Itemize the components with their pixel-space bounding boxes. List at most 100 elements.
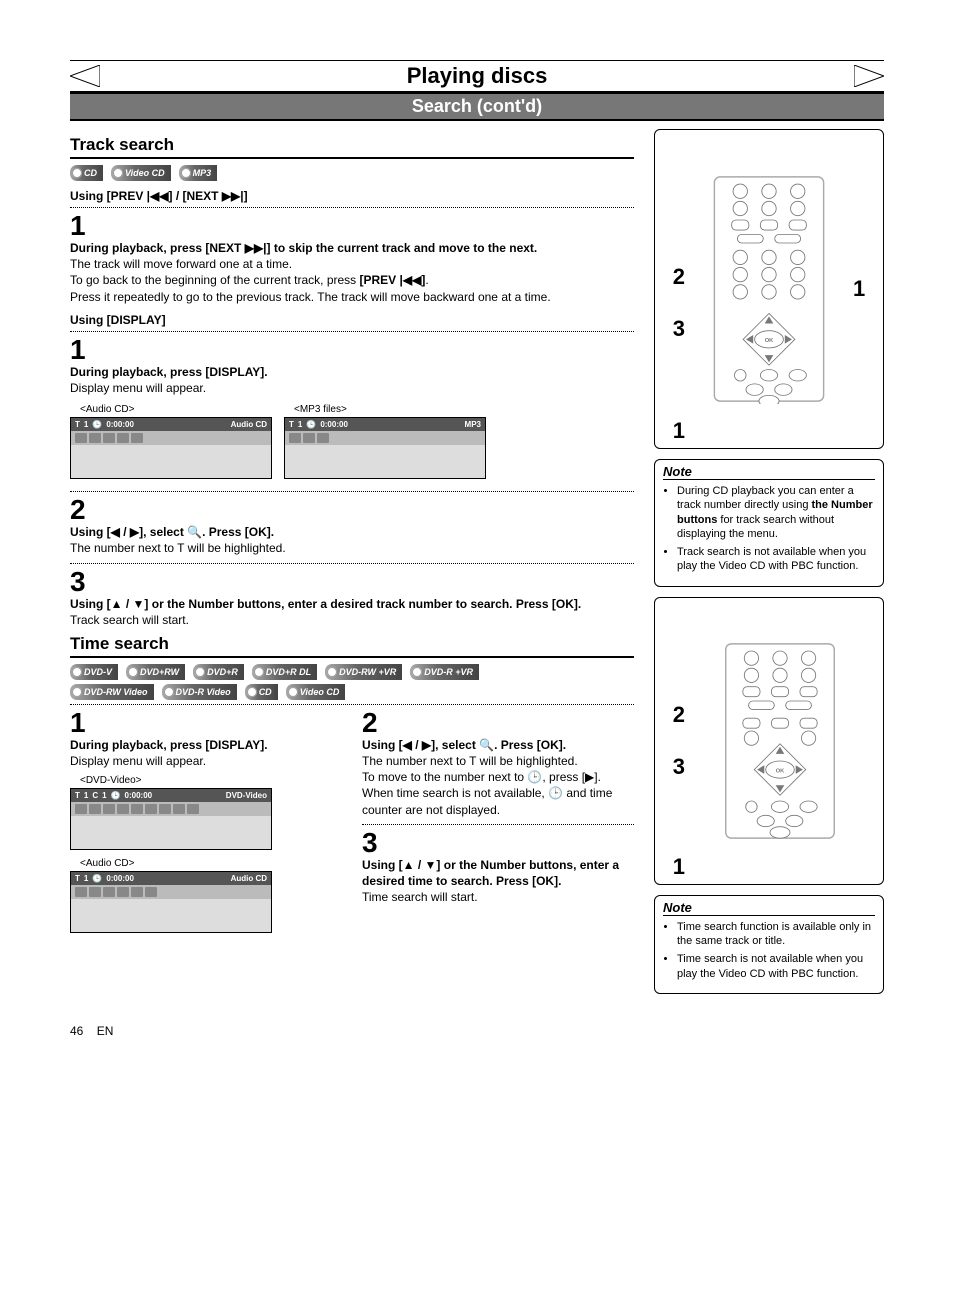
note-2-item-a: Time search function is available only i… — [677, 920, 875, 949]
osd-dvd-video: T 1 C 1 🕒 0:00:00 DVD-Video — [70, 788, 272, 850]
svg-text:OK: OK — [765, 338, 774, 344]
display-step-2-number: 2 — [70, 496, 634, 524]
c-icon: C — [92, 791, 98, 800]
page-footer: 46 EN — [70, 1024, 884, 1038]
note-1-item-b: Track search is not available when you p… — [677, 545, 875, 574]
callout-2: 2 — [673, 266, 685, 288]
osd-dvd-c: 1 — [102, 791, 106, 800]
clock-icon: 🕒 — [92, 420, 102, 429]
divider — [70, 207, 634, 208]
callout-bottom-1b: 1 — [673, 856, 685, 878]
track-search-heading: Track search — [70, 135, 634, 159]
clock-icon: 🕒 — [111, 791, 121, 800]
remote-svg-2: OK — [689, 641, 871, 841]
display-step-1-number: 1 — [70, 336, 634, 364]
badge-mp3: MP3 — [179, 165, 218, 181]
time-step-3-number: 3 — [362, 829, 634, 857]
page-title: Playing discs — [399, 63, 556, 88]
page-title-banner: Playing discs — [70, 60, 884, 92]
badge-dvdr-video: DVD-R Video — [162, 684, 237, 700]
callout-3b: 3 — [673, 756, 685, 778]
note-box-2: Note Time search function is available o… — [654, 895, 884, 994]
time-search-badges-2: DVD-RW Video DVD-R Video CD Video CD — [70, 684, 634, 700]
display-step-2-p: The number next to T will be highlighted… — [70, 541, 286, 555]
badge-videocd: Video CD — [111, 165, 171, 181]
osd-mp3-label: <MP3 files> — [294, 404, 486, 415]
time-step-2-p3: When time search is not available, 🕒 and… — [362, 786, 612, 816]
using-display: Using [DISPLAY] — [70, 313, 634, 327]
time-step-2-number: 2 — [362, 709, 634, 737]
using-prev-next: Using [PREV |◀◀] / [NEXT ▶▶|] — [70, 189, 634, 203]
remote-diagram-1: 2 3 1 — [654, 129, 884, 449]
divider — [70, 331, 634, 332]
badge-dvdrw-video: DVD-RW Video — [70, 684, 154, 700]
page-lang: EN — [97, 1024, 114, 1038]
divider — [70, 563, 634, 564]
osd-audio-cd: T 1 🕒 0:00:00 Audio CD — [70, 417, 272, 479]
clock-icon: 🕒 — [92, 874, 102, 883]
badge-cd: CD — [70, 165, 103, 181]
callout-1: 1 — [853, 278, 865, 300]
osd-audio-cd-2: T 1 🕒 0:00:00 Audio CD — [70, 871, 272, 933]
display-step-3-number: 3 — [70, 568, 634, 596]
time-step-1-number: 1 — [70, 709, 342, 737]
track-search-badges: CD Video CD MP3 — [70, 165, 634, 181]
callouts-left: 2 3 1 — [659, 136, 685, 442]
osd-cd-type: Audio CD — [231, 874, 267, 883]
badge-videocd2: Video CD — [286, 684, 346, 700]
note-box-1: Note During CD playback you can enter a … — [654, 459, 884, 587]
svg-text:OK: OK — [776, 768, 785, 774]
osd-audio-time: 0:00:00 — [106, 420, 134, 429]
note-2-heading: Note — [663, 900, 875, 916]
remote-svg: OK — [689, 174, 849, 404]
step-1-p3: Press it repeatedly to go to the previou… — [70, 290, 551, 304]
page-subtitle: Search (cont'd) — [70, 92, 884, 121]
time-step-2-p1: The number next to T will be highlighted… — [362, 754, 578, 768]
osd-audio-label: <Audio CD> — [80, 404, 272, 415]
osd-dvd-t: 1 — [84, 791, 88, 800]
osd-dvd-label: <DVD-Video> — [80, 775, 342, 786]
time-step-3-p: Time search will start. — [362, 890, 478, 904]
display-step-2-bold: Using [◀ / ▶], select 🔍. Press [OK]. — [70, 525, 274, 539]
time-step-3-bold: Using [▲ / ▼] or the Number buttons, ent… — [362, 858, 619, 888]
callout-2b: 2 — [673, 704, 685, 726]
divider — [362, 824, 634, 825]
osd-mp3-time: 0:00:00 — [320, 420, 348, 429]
callout-bottom-1: 1 — [673, 420, 685, 442]
step-1-p2b: . — [425, 273, 428, 287]
display-step-3-bold: Using [▲ / ▼] or the Number buttons, ent… — [70, 597, 581, 611]
callouts-right: 1 — [853, 278, 879, 300]
time-step-1-p: Display menu will appear. — [70, 754, 206, 768]
osd-mp3: T 1 🕒 0:00:00 MP3 — [284, 417, 486, 479]
time-search-heading: Time search — [70, 634, 634, 658]
note-1-item-a: During CD playback you can enter a track… — [677, 484, 875, 541]
divider — [70, 704, 634, 705]
badge-dvdpr: DVD+R — [193, 664, 244, 680]
divider — [70, 491, 634, 492]
display-step-1-p: Display menu will appear. — [70, 381, 206, 395]
clock-icon: 🕒 — [306, 420, 316, 429]
badge-dvdv: DVD-V — [70, 664, 118, 680]
step-1-number: 1 — [70, 212, 634, 240]
osd-cd-time: 0:00:00 — [106, 874, 134, 883]
display-step-3-p: Track search will start. — [70, 613, 189, 627]
osd-cd-track: 1 — [84, 874, 88, 883]
time-step-2-bold: Using [◀ / ▶], select 🔍. Press [OK]. — [362, 738, 566, 752]
t-icon: T — [75, 420, 80, 429]
badge-dvdrw-vr: DVD-RW +VR — [325, 664, 402, 680]
t-icon: T — [75, 874, 80, 883]
osd-mp3-track: 1 — [298, 420, 302, 429]
display-step-1-bold: During playback, press [DISPLAY]. — [70, 365, 268, 379]
osd-audio-type: Audio CD — [231, 420, 267, 429]
t-icon: T — [75, 791, 80, 800]
callout-3: 3 — [673, 318, 685, 340]
t-icon: T — [289, 420, 294, 429]
time-search-badges-1: DVD-V DVD+RW DVD+R DVD+R DL DVD-RW +VR D… — [70, 664, 634, 680]
remote-diagram-2: 2 3 1 OK — [654, 597, 884, 885]
osd-mp3-type: MP3 — [465, 420, 481, 429]
note-1-heading: Note — [663, 464, 875, 480]
osd-dvd-time: 0:00:00 — [125, 791, 153, 800]
osd-cd-label: <Audio CD> — [80, 858, 342, 869]
time-step-1-bold: During playback, press [DISPLAY]. — [70, 738, 268, 752]
step-1-p2a: To go back to the beginning of the curre… — [70, 273, 360, 287]
